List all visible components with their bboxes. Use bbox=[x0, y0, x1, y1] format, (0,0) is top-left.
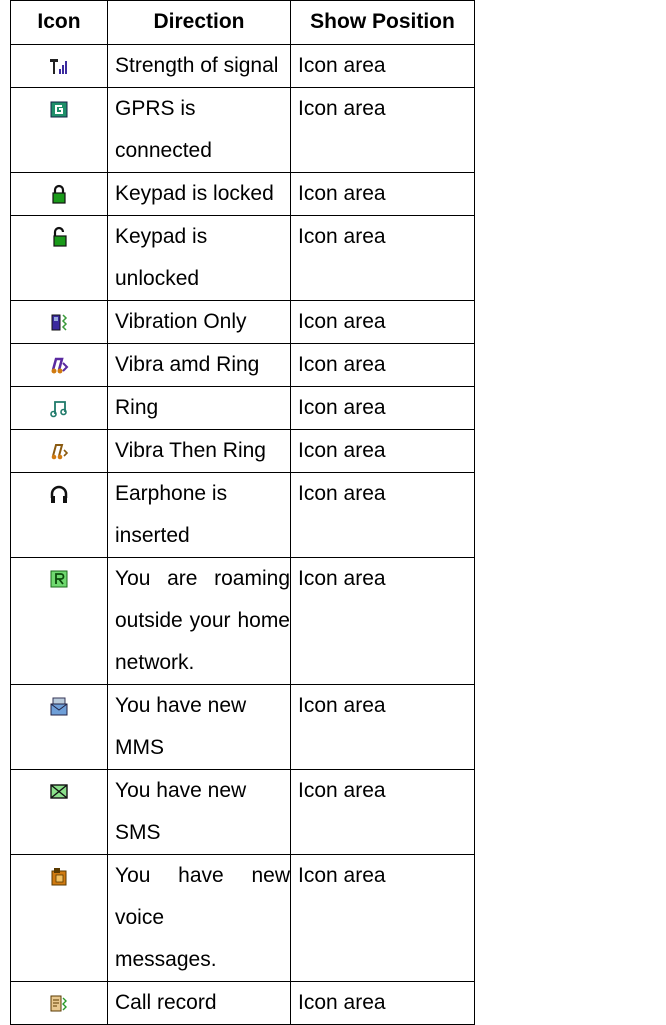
position-cell: Icon area bbox=[290, 684, 475, 770]
table-row: Vibration Only Icon area bbox=[10, 300, 475, 344]
table-row: Keypad is unlocked Icon area bbox=[10, 215, 475, 301]
header-position: Show Position bbox=[290, 0, 475, 45]
direction-cell: You are roaming outside your home networ… bbox=[107, 557, 291, 685]
direction-cell: You have new SMS bbox=[107, 769, 291, 855]
table-row: Call record Icon area bbox=[10, 981, 475, 1025]
table-row: You have new MMS Icon area bbox=[10, 684, 475, 770]
direction-cell: You have new MMS bbox=[107, 684, 291, 770]
direction-line: You have new voice bbox=[115, 864, 290, 929]
direction-line: You are roaming bbox=[115, 567, 290, 590]
table-row: You are roaming outside your home networ… bbox=[10, 557, 475, 685]
table-row: Ring Icon area bbox=[10, 386, 475, 430]
vibration-icon bbox=[49, 311, 69, 333]
direction-cell: Ring bbox=[107, 386, 291, 430]
position-cell: Icon area bbox=[290, 215, 475, 301]
direction-cell: Earphone is inserted bbox=[107, 472, 291, 558]
position-cell: Icon area bbox=[290, 343, 475, 387]
signal-strength-icon bbox=[49, 55, 69, 77]
direction-cell: You have new voice messages. bbox=[107, 854, 291, 982]
ring-icon bbox=[49, 397, 69, 419]
direction-cell: Keypad is locked bbox=[107, 172, 291, 216]
position-cell: Icon area bbox=[290, 172, 475, 216]
table-row: Strength of signal Icon area bbox=[10, 44, 475, 88]
table-row: Vibra amd Ring Icon area bbox=[10, 343, 475, 387]
lock-icon bbox=[49, 183, 69, 205]
direction-line: network. bbox=[115, 651, 195, 674]
header-direction: Direction bbox=[107, 0, 291, 45]
call-record-icon bbox=[49, 992, 69, 1014]
position-cell: Icon area bbox=[290, 981, 475, 1025]
direction-cell: Vibra amd Ring bbox=[107, 343, 291, 387]
voice-message-icon bbox=[49, 865, 69, 887]
unlock-icon bbox=[49, 226, 69, 248]
direction-line: messages. bbox=[115, 948, 217, 971]
direction-cell: GPRS is connected bbox=[107, 87, 291, 173]
table-row: You have new SMS Icon area bbox=[10, 769, 475, 855]
vibra-then-ring-icon bbox=[49, 440, 69, 462]
roaming-icon bbox=[49, 568, 69, 590]
table-row: Keypad is locked Icon area bbox=[10, 172, 475, 216]
position-cell: Icon area bbox=[290, 386, 475, 430]
position-cell: Icon area bbox=[290, 854, 475, 982]
icon-table: Icon Direction Show Position Strength of… bbox=[10, 0, 475, 1025]
vibra-and-ring-icon bbox=[49, 354, 69, 376]
direction-cell: Call record bbox=[107, 981, 291, 1025]
position-cell: Icon area bbox=[290, 429, 475, 473]
header-icon: Icon bbox=[10, 0, 108, 45]
position-cell: Icon area bbox=[290, 472, 475, 558]
table-row: Earphone is inserted Icon area bbox=[10, 472, 475, 558]
table-row: GPRS is connected Icon area bbox=[10, 87, 475, 173]
table-row: You have new voice messages. Icon area bbox=[10, 854, 475, 982]
mms-icon bbox=[49, 695, 69, 717]
direction-cell: Keypad is unlocked bbox=[107, 215, 291, 301]
position-cell: Icon area bbox=[290, 300, 475, 344]
direction-cell: Vibration Only bbox=[107, 300, 291, 344]
direction-cell: Vibra Then Ring bbox=[107, 429, 291, 473]
table-row: Vibra Then Ring Icon area bbox=[10, 429, 475, 473]
direction-line: outside your home bbox=[115, 609, 290, 632]
position-cell: Icon area bbox=[290, 87, 475, 173]
position-cell: Icon area bbox=[290, 44, 475, 88]
table-header: Icon Direction Show Position bbox=[10, 0, 475, 45]
gprs-icon bbox=[49, 98, 69, 120]
position-cell: Icon area bbox=[290, 557, 475, 685]
position-cell: Icon area bbox=[290, 769, 475, 855]
earphone-icon bbox=[49, 483, 69, 505]
direction-cell: Strength of signal bbox=[107, 44, 291, 88]
sms-icon bbox=[49, 780, 69, 802]
